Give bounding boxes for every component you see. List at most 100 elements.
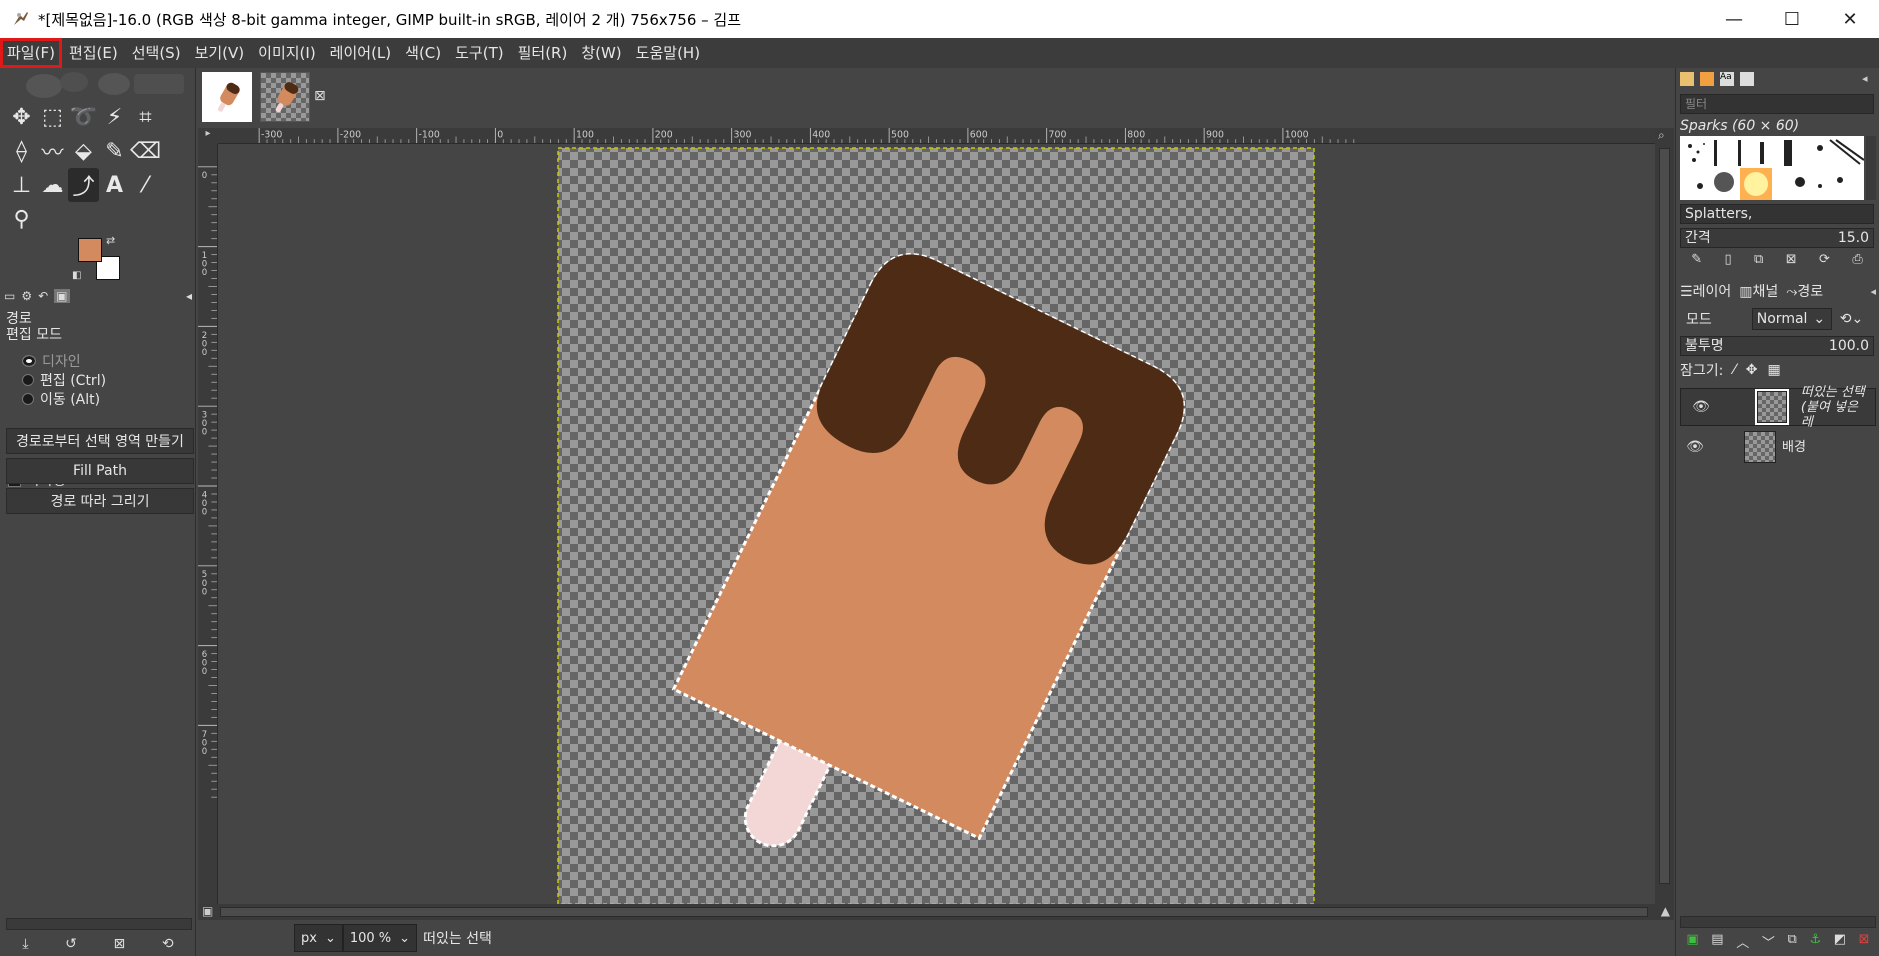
layer-item-background[interactable]: 👁 배경 xyxy=(1680,428,1876,466)
brushes-tab-icon[interactable] xyxy=(1680,72,1694,86)
menu-image[interactable]: 이미지(I) xyxy=(251,38,323,68)
visibility-eye-icon[interactable]: 👁 xyxy=(1687,399,1715,415)
restore-options-icon[interactable]: ↺ xyxy=(65,936,77,952)
unit-select[interactable]: px ⌄ xyxy=(294,924,343,952)
tab-channels[interactable]: ▥채널 xyxy=(1739,281,1778,301)
smudge-tool-icon[interactable]: ☁ xyxy=(37,168,68,202)
mode-move-radio[interactable]: 이동 (Alt) xyxy=(22,389,100,409)
canvas-svg[interactable] xyxy=(218,144,1655,904)
horizontal-scrollbar[interactable]: ▣ ▲ xyxy=(198,904,1674,920)
duplicate-brush-icon[interactable]: ⧉ xyxy=(1754,252,1763,272)
bucket-fill-tool-icon[interactable]: ⬙ xyxy=(68,134,99,168)
edit-brush-icon[interactable]: ✎ xyxy=(1691,252,1702,272)
layers-scrollbar[interactable] xyxy=(1680,916,1876,928)
save-options-icon[interactable]: ⤓ xyxy=(22,936,28,952)
configure-tab-icon[interactable]: ◂ xyxy=(1870,285,1876,298)
ruler-corner-button[interactable]: ▸ xyxy=(198,128,218,144)
menu-windows[interactable]: 창(W) xyxy=(574,38,628,68)
foreground-color[interactable] xyxy=(78,238,102,262)
visibility-eye-icon[interactable]: 👁 xyxy=(1680,439,1710,455)
left-scrollbar[interactable] xyxy=(6,918,192,930)
zoom-select[interactable]: 100 % ⌄ xyxy=(342,924,418,952)
delete-options-icon[interactable]: ⊠ xyxy=(114,936,126,952)
layer-item-floating[interactable]: 👁 떠있는 선택 (붙여 넣은 레 xyxy=(1680,385,1876,430)
fonts-tab-icon[interactable]: Aa xyxy=(1720,72,1734,86)
clone-tool-icon[interactable]: ⊥ xyxy=(6,168,37,202)
menu-tools[interactable]: 도구(T) xyxy=(448,38,510,68)
default-colors-icon[interactable]: ◧ xyxy=(72,270,81,281)
zoom-tool-icon[interactable]: ⚲ xyxy=(6,202,37,236)
brush-filter-input[interactable]: 필터 xyxy=(1680,94,1874,114)
mode-design-radio[interactable]: 디자인 xyxy=(22,351,81,371)
lower-layer-icon[interactable]: ﹀ xyxy=(1762,932,1775,952)
patterns-tab-icon[interactable] xyxy=(1700,72,1714,86)
duplicate-layer-icon[interactable]: ⧉ xyxy=(1788,932,1797,952)
image-tab-2[interactable] xyxy=(260,72,310,122)
undo-history-tab-icon[interactable]: ↶ xyxy=(38,289,48,303)
brush-grid[interactable] xyxy=(1680,136,1864,200)
fuzzy-select-tool-icon[interactable]: ⚡ xyxy=(99,100,130,134)
warp-tool-icon[interactable]: 〰 xyxy=(37,134,68,168)
menu-view[interactable]: 보기(V) xyxy=(188,38,252,68)
menu-file[interactable]: 파일(F) xyxy=(0,38,62,68)
menu-help[interactable]: 도움말(H) xyxy=(629,38,707,68)
image-tab-1[interactable] xyxy=(202,72,252,122)
maximize-button[interactable]: ☐ xyxy=(1763,0,1821,38)
tool-options-tab-icon[interactable]: ▭ xyxy=(4,289,15,303)
menu-edit[interactable]: 편집(E) xyxy=(62,38,125,68)
menu-filters[interactable]: 필터(R) xyxy=(511,38,575,68)
layer-mode-select[interactable]: Normal ⌄ xyxy=(1751,308,1832,330)
transform-tool-icon[interactable]: ⟠ xyxy=(6,134,37,168)
stroke-path-button[interactable]: 경로 따라 그리기 xyxy=(6,488,194,514)
menu-layer[interactable]: 레이어(L) xyxy=(323,38,398,68)
horizontal-scroll-thumb[interactable] xyxy=(220,907,1648,917)
lock-position-icon[interactable]: ✥ xyxy=(1746,362,1758,378)
color-swatches[interactable]: ⇄ ◧ xyxy=(72,234,122,282)
menu-colors[interactable]: 색(C) xyxy=(398,38,448,68)
menu-select[interactable]: 선택(S) xyxy=(125,38,188,68)
opacity-spinner[interactable]: 불투명 100.0 xyxy=(1680,336,1874,356)
paintbrush-tool-icon[interactable]: ✎ xyxy=(99,134,130,168)
anchor-layer-icon[interactable]: ⚓ xyxy=(1809,932,1821,952)
tab-paths[interactable]: ⤳경로 xyxy=(1786,281,1823,301)
selection-from-path-button[interactable]: 경로로부터 선택 영역 만들기 xyxy=(6,428,194,454)
lasso-tool-icon[interactable]: ➰ xyxy=(68,100,99,134)
new-layer-icon[interactable]: ▣ xyxy=(1686,932,1698,952)
vertical-scrollbar[interactable]: ⌕ xyxy=(1655,128,1674,904)
text-tool-icon[interactable]: A xyxy=(99,168,130,202)
move-tool-icon[interactable]: ✥ xyxy=(6,100,37,134)
quick-mask-icon[interactable]: ▣ xyxy=(202,904,213,918)
swap-colors-icon[interactable]: ⇄ xyxy=(106,234,115,247)
refresh-brushes-icon[interactable]: ⟳ xyxy=(1819,252,1830,272)
navigate-icon[interactable]: ▲ xyxy=(1661,904,1670,918)
mask-layer-icon[interactable]: ◩ xyxy=(1834,932,1846,952)
raise-layer-icon[interactable]: ︿ xyxy=(1736,932,1749,952)
delete-layer-icon[interactable]: ⊠ xyxy=(1859,932,1870,952)
lock-pixels-icon[interactable]: ⁄ xyxy=(1733,362,1735,378)
eraser-tool-icon[interactable]: ⌫ xyxy=(130,134,161,168)
close-button[interactable]: ✕ xyxy=(1821,0,1879,38)
new-brush-icon[interactable]: ▯ xyxy=(1724,252,1731,272)
device-status-tab-icon[interactable]: ⚙ xyxy=(21,289,32,303)
new-layer-group-icon[interactable]: ▤ xyxy=(1711,932,1723,952)
canvas-area[interactable] xyxy=(218,144,1655,904)
tab-layers[interactable]: ☰레이어 xyxy=(1680,281,1731,301)
minimize-button[interactable]: — xyxy=(1705,0,1763,38)
fill-path-button[interactable]: Fill Path xyxy=(6,458,194,484)
lock-alpha-icon[interactable]: ▦ xyxy=(1767,362,1780,378)
open-brush-as-image-icon[interactable]: ⎙ xyxy=(1852,252,1862,272)
configure-tab-icon[interactable]: ◂ xyxy=(186,289,192,303)
color-picker-tool-icon[interactable]: ⁄ xyxy=(130,168,161,202)
crop-tool-icon[interactable]: ⌗ xyxy=(130,100,161,134)
configure-tab-icon[interactable]: ◂ xyxy=(1862,72,1876,86)
delete-brush-icon[interactable]: ⊠ xyxy=(1786,252,1797,272)
rect-select-tool-icon[interactable]: ⬚ xyxy=(37,100,68,134)
reset-options-icon[interactable]: ⟲ xyxy=(162,936,174,952)
brush-tag-select[interactable]: Splatters, xyxy=(1680,204,1874,224)
brush-scrollbar[interactable] xyxy=(1866,136,1876,200)
vertical-scroll-thumb[interactable] xyxy=(1659,148,1670,884)
mode-reset-icon[interactable]: ⟲⌄ xyxy=(1840,311,1863,327)
zoom-canvas-icon[interactable]: ⌕ xyxy=(1658,128,1665,143)
mode-edit-radio[interactable]: 편집 (Ctrl) xyxy=(22,370,106,390)
close-tab-icon[interactable]: ⊠ xyxy=(314,88,326,104)
